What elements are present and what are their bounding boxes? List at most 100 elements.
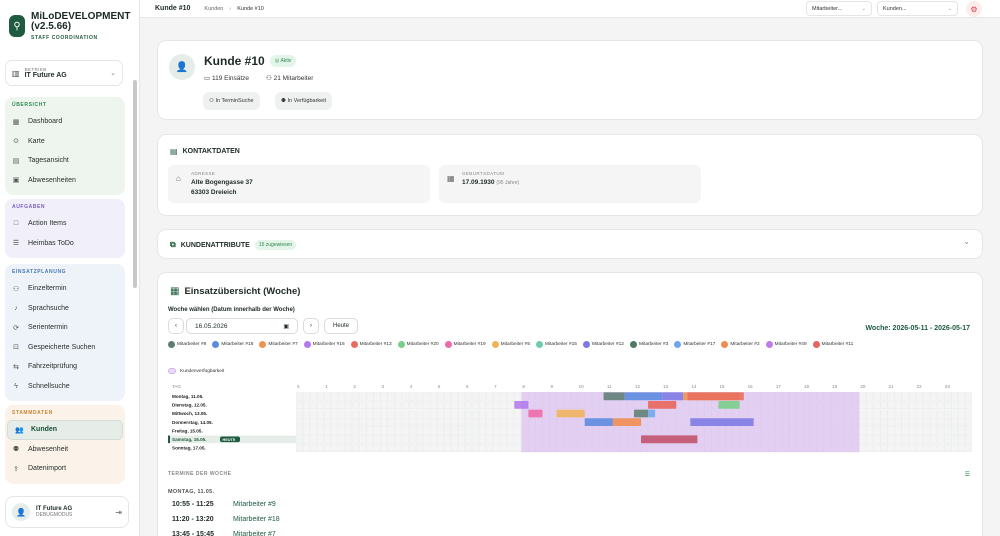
assignment-bar[interactable]: Mitarbeiter #5 [556,409,585,418]
grid-cell [352,400,360,409]
chevron-down-icon[interactable]: ⌄ [963,237,970,246]
grid-cell [965,435,972,444]
grid-cell [345,418,353,427]
grid-cell [338,392,346,401]
grid-cell [958,418,965,427]
sidebar-item-datenimport[interactable]: ⇪ Datenimport [5,459,125,479]
person-run-icon: ⚇ [12,285,20,293]
birthdate-value: 17.09.1930 (95 Jahre) [462,179,519,186]
betrieb-value: IT Future AG [24,72,67,79]
list-view-icon[interactable]: ☰ [965,471,970,478]
grid-cell [401,426,409,435]
grid-cell [317,426,325,435]
sidebar-item-dashboard[interactable]: ▦ Dashboard [5,112,125,132]
grid-cell [943,435,951,444]
grid-cell [338,435,346,444]
grid-cell [394,409,402,418]
sidebar-item-tagesansicht[interactable]: ▤ Tagesansicht [5,151,125,171]
sidebar-item-abwesenheiten[interactable]: ▣ Abwesenheiten [5,171,125,191]
grid-cell [908,426,916,435]
grid-cell [472,392,479,401]
assignment-bar[interactable]: Mitarbeiter #18 [584,418,613,426]
grid-cell [486,435,494,444]
grid-cell [958,443,965,452]
sidebar-item-action-items[interactable]: □ Action Items [5,214,125,234]
assignment-bar[interactable]: Mitarbeiter #11 [648,401,677,409]
grid-cell [908,443,916,452]
assignment-bar[interactable]: Mitarbeiter #19 [528,409,543,418]
grid-cell [465,418,472,427]
termin-row[interactable]: 10:55 - 11:25 Mitarbeiter #9 [172,501,276,508]
grid-cell [408,443,416,452]
grid-cell [366,418,374,427]
sidebar-item-abwesenheit[interactable]: ⚉ Abwesenheit [5,440,125,460]
sidebar-item-fahrzeitprüfung[interactable]: ⇆ Fahrzeitprüfung [5,357,125,377]
avatar[interactable]: 👤 [12,503,30,521]
hour-tick-label: 20 [860,384,866,389]
sidebar-item-serientermin[interactable]: ⟳ Serientermin [5,318,125,338]
in-terminsuche-button[interactable]: ⚇ In TerminSuche [203,92,260,110]
sidebar-item-schnellsuche[interactable]: ϟ Schnellsuche [5,377,125,397]
grid-cell [894,409,902,418]
grid-cell [317,400,325,409]
termin-row[interactable]: 13:45 - 15:45 Mitarbeiter #7 [172,531,276,536]
assignment-bar[interactable]: Mitarbeiter #16 [514,401,529,409]
grid-cell [352,409,360,418]
sidebar-item-label: Dashboard [28,118,63,126]
sidebar-scrollbar[interactable] [133,80,137,288]
termin-row[interactable]: 11:20 - 13:20 Mitarbeiter #18 [172,516,280,523]
assignment-bar[interactable]: Mitarbeiter #13 [641,435,698,444]
assignment-bar[interactable]: Mitarbeiter #18 [624,392,663,401]
grid-cell [303,435,310,444]
breadcrumb-kunden[interactable]: Kunden [204,6,223,12]
grid-cell [943,409,951,418]
grid-cell [345,392,353,401]
mitarbeiter-select[interactable]: Mitarbeiter... ⌄ [806,1,872,16]
grid-cell [929,443,937,452]
grid-cell [486,418,494,427]
hour-tick-label: 14 [691,384,697,389]
grid-cell [444,426,451,435]
grid-cell [500,426,508,435]
settings-gear-icon[interactable]: ⚙ [966,1,982,17]
assignment-bar[interactable]: Mitarbeiter #13 [687,392,744,401]
logout-icon[interactable]: ⇥ [115,508,122,517]
grid-cell [901,426,909,435]
grid-cell [458,435,465,444]
topbar: Kunde #10 Kunden › Kunde #10 Mitarbeiter… [140,0,1000,18]
sidebar: ⚲ MiLoDEVELOPMENT (v2.5.66) STAFF COORDI… [0,0,140,536]
grid-cell [507,409,515,418]
sidebar-item-karte[interactable]: ⊙ Karte [5,132,125,152]
assignment-bar[interactable]: Mitarbeiter #9 [603,392,625,401]
assignment-bar[interactable]: Mitarbeiter #17 [648,409,656,418]
breadcrumb-current: Kunde #10 [237,5,264,12]
in-verfuegbarkeit-button[interactable]: ⚉ In Verfügbarkeit [275,92,332,110]
betrieb-selector[interactable]: ▥ BETRIEB IT Future AG ⌄ [5,60,123,86]
grid-cell [458,443,465,452]
sidebar-item-sprachsuche[interactable]: ♪ Sprachsuche [5,299,125,319]
assignment-bar[interactable]: Mitarbeiter #20 [718,401,740,409]
grid-cell [422,435,430,444]
grid-cell [866,409,874,418]
grid-cell [317,443,325,452]
sidebar-item-gespeicherte-suchen[interactable]: ⊡ Gespeicherte Suchen [5,338,125,358]
assignment-bar[interactable]: Mitarbeiter #12 [690,418,754,426]
group-label: ÜBERSICHT [12,102,47,108]
sidebar-item-heimbas-todo[interactable]: ☰ Heimbas ToDo [5,234,125,254]
grid-cell [894,443,902,452]
grid-cell [451,400,458,409]
nav-group-einsatzplanung: EINSATZPLANUNG ⚇ Einzeltermin ♪ Sprachsuche ⟳… [5,264,125,401]
kunden-select[interactable]: Kunden... ⌄ [877,1,958,16]
assignment-bar[interactable]: Mitarbeiter #12 [662,392,684,401]
grid-cell [415,418,423,427]
group-label: EINSATZPLANUNG [12,269,67,275]
grid-cell [458,392,465,401]
attributes-card[interactable]: ⧉ KUNDENATTRIBUTE 15 zugewiesen ⌄ [157,229,983,259]
grid-cell [887,418,895,427]
assignment-bar[interactable]: Mitarbeiter #9 [634,409,649,418]
sidebar-item-kunden[interactable]: 👥 Kunden [7,420,123,440]
sidebar-item-einzeltermin[interactable]: ⚇ Einzeltermin [5,279,125,299]
grid-cell [936,392,944,401]
assignment-bar[interactable]: Mitarbeiter #2 [612,418,642,426]
grid-cell [429,400,437,409]
